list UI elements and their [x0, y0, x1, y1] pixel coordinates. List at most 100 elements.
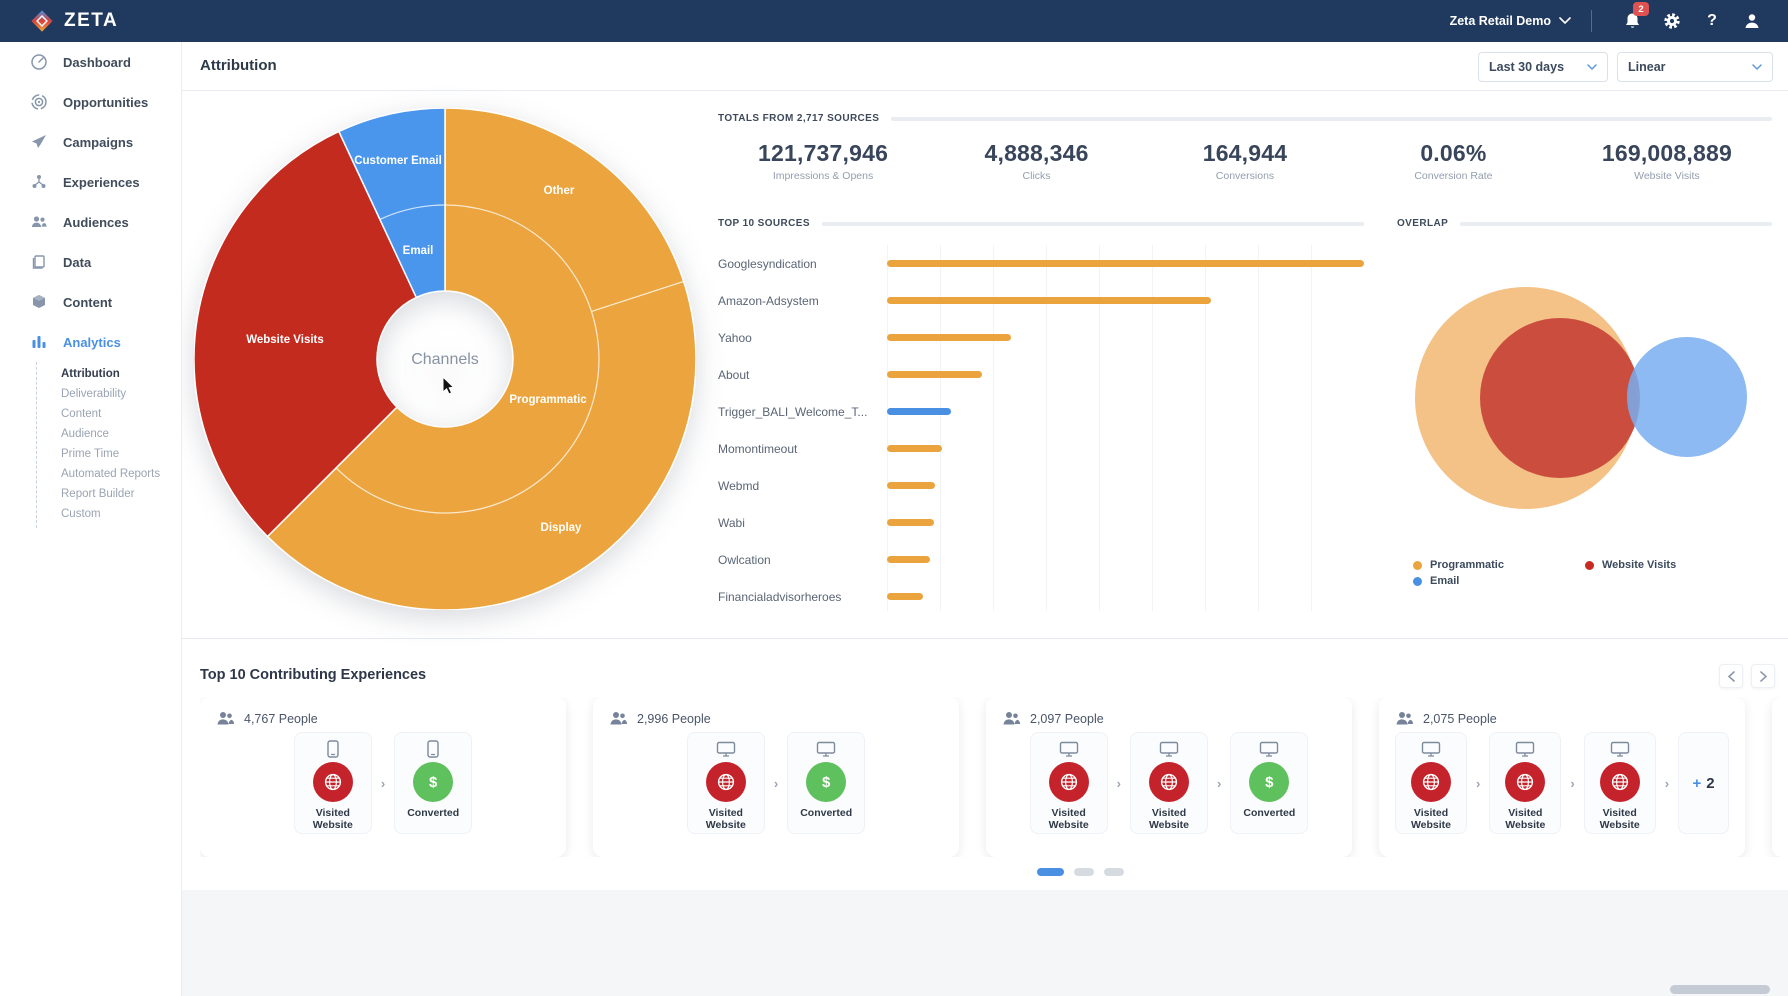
experience-card[interactable]: 4,767 People Visited Website › $ Con — [200, 697, 566, 857]
zeta-diamond-icon — [30, 9, 54, 33]
carousel-dot[interactable] — [1104, 868, 1124, 876]
carousel-prev-button[interactable] — [1719, 664, 1743, 688]
mobile-icon — [327, 740, 339, 758]
sidebar-item-label: Audiences — [63, 215, 129, 230]
zeta-logo[interactable]: ZETA — [30, 9, 118, 33]
heading-rule — [822, 222, 1364, 226]
sunburst-label-email: Email — [403, 245, 434, 257]
sidebar-subitem-report-builder[interactable]: Report Builder — [37, 484, 181, 504]
sidebar-item-content[interactable]: Content — [0, 282, 181, 322]
sidebar-item-experiences[interactable]: Experiences — [0, 162, 181, 202]
venn-circle-website-visits[interactable] — [1480, 318, 1640, 478]
sunburst-label-programmatic: Programmatic — [509, 394, 587, 406]
source-bar[interactable] — [887, 297, 1211, 304]
totals-heading: TOTALS FROM 2,717 SOURCES — [718, 113, 879, 124]
sidebar-item-label: Data — [63, 255, 91, 270]
experience-card[interactable]: 2,075 People Visited Website › — [1379, 697, 1745, 857]
visited-website-badge — [1049, 762, 1089, 802]
sidebar-subitem-content[interactable]: Content — [37, 404, 181, 424]
more-steps-tile[interactable]: + 2 — [1678, 732, 1729, 834]
source-bar[interactable] — [887, 260, 1364, 267]
chevron-right-icon: › — [1570, 776, 1574, 791]
sunburst-label-other: Other — [544, 185, 575, 197]
experience-card-partial[interactable] — [1772, 697, 1788, 857]
sidebar-subitem-attribution[interactable]: Attribution — [37, 364, 181, 384]
experience-step: Visited Website — [294, 732, 372, 834]
paper-plane-icon — [30, 133, 48, 151]
sidebar-subitem-automated-reports[interactable]: Automated Reports — [37, 464, 181, 484]
stat-website-visits: 169,008,889Website Visits — [1602, 140, 1732, 182]
sidebar-item-opportunities[interactable]: Opportunities — [0, 82, 181, 122]
sidebar-item-audiences[interactable]: Audiences — [0, 202, 181, 242]
sidebar-item-campaigns[interactable]: Campaigns — [0, 122, 181, 162]
step-label: Visited Website — [1034, 807, 1104, 831]
sidebar-subitem-audience[interactable]: Audience — [37, 424, 181, 444]
page-header: Attribution Last 30 days Linear — [182, 42, 1788, 91]
step-label: Visited Website — [298, 807, 368, 831]
globe-icon — [323, 772, 343, 792]
source-bar[interactable] — [887, 593, 923, 600]
globe-icon — [716, 772, 736, 792]
top-sources-heading: TOP 10 SOURCES — [718, 218, 810, 229]
source-bar[interactable] — [887, 482, 935, 489]
source-bar[interactable] — [887, 556, 930, 563]
source-bar[interactable] — [887, 334, 1011, 341]
venn-circle-email[interactable] — [1627, 337, 1747, 457]
carousel-dot[interactable] — [1074, 868, 1094, 876]
carousel-next-button[interactable] — [1751, 664, 1775, 688]
sidebar-item-dashboard[interactable]: Dashboard — [0, 42, 181, 82]
visited-website-badge — [1149, 762, 1189, 802]
source-row: Webmd — [718, 467, 1364, 504]
step-label: Converted — [398, 807, 468, 819]
horizontal-scrollbar-thumb[interactable] — [1670, 985, 1770, 994]
date-range-value: Last 30 days — [1489, 60, 1564, 74]
experiences-heading: Top 10 Contributing Experiences — [200, 667, 1788, 683]
desktop-icon — [716, 741, 736, 757]
speedometer-icon — [30, 53, 48, 71]
legend-item-email: Email — [1413, 575, 1585, 587]
step-label: Visited Website — [1490, 807, 1560, 831]
sunburst-center-label[interactable]: Channels — [411, 351, 479, 368]
question-icon: ? — [1707, 12, 1717, 30]
experience-cards: 4,767 People Visited Website › $ Con — [200, 697, 1788, 857]
flow-icon — [30, 173, 48, 191]
carousel-dot[interactable] — [1037, 868, 1064, 876]
source-bar[interactable] — [887, 371, 982, 378]
desktop-icon — [1159, 741, 1179, 757]
visited-website-badge — [1600, 762, 1640, 802]
experience-step: Visited Website — [1584, 732, 1656, 834]
totals-stats: 121,737,946Impressions & Opens 4,888,346… — [718, 140, 1772, 182]
date-range-select[interactable]: Last 30 days — [1478, 52, 1608, 82]
stat-impressions: 121,737,946Impressions & Opens — [758, 140, 888, 182]
experience-step: Visited Website — [1130, 732, 1208, 834]
legend-dot — [1413, 577, 1422, 586]
mobile-icon — [427, 740, 439, 758]
source-bar[interactable] — [887, 408, 951, 415]
experience-step: Visited Website — [687, 732, 765, 834]
settings-button[interactable] — [1652, 6, 1692, 36]
help-button[interactable]: ? — [1692, 6, 1732, 36]
experience-step: $ Converted — [394, 732, 472, 834]
source-row: Yahoo — [718, 319, 1364, 356]
sidebar-subitem-deliverability[interactable]: Deliverability — [37, 384, 181, 404]
experience-card[interactable]: 2,996 People Visited Website › $ Con — [593, 697, 959, 857]
top-nav: ZETA Zeta Retail Demo 2 ? — [0, 0, 1788, 42]
user-menu-button[interactable] — [1732, 6, 1772, 36]
desktop-icon — [1259, 741, 1279, 757]
source-row: Amazon-Adsystem — [718, 282, 1364, 319]
source-bar[interactable] — [887, 519, 934, 526]
sidebar-subitem-prime-time[interactable]: Prime Time — [37, 444, 181, 464]
analytics-submenu: Attribution Deliverability Content Audie… — [36, 362, 181, 528]
sidebar-item-analytics[interactable]: Analytics — [0, 322, 181, 362]
notifications-button[interactable]: 2 — [1612, 6, 1652, 36]
globe-icon — [1059, 772, 1079, 792]
sidebar-item-data[interactable]: Data — [0, 242, 181, 282]
desktop-icon — [816, 741, 836, 757]
people-icon — [30, 213, 48, 231]
account-switcher[interactable]: Zeta Retail Demo — [1450, 14, 1571, 28]
source-bar[interactable] — [887, 445, 942, 452]
experience-card[interactable]: 2,097 People Visited Website › — [986, 697, 1352, 857]
attribution-model-select[interactable]: Linear — [1617, 52, 1773, 82]
sidebar-subitem-custom[interactable]: Custom — [37, 504, 181, 524]
overlap-legend: Programmatic Website Visits Email — [1397, 559, 1772, 587]
